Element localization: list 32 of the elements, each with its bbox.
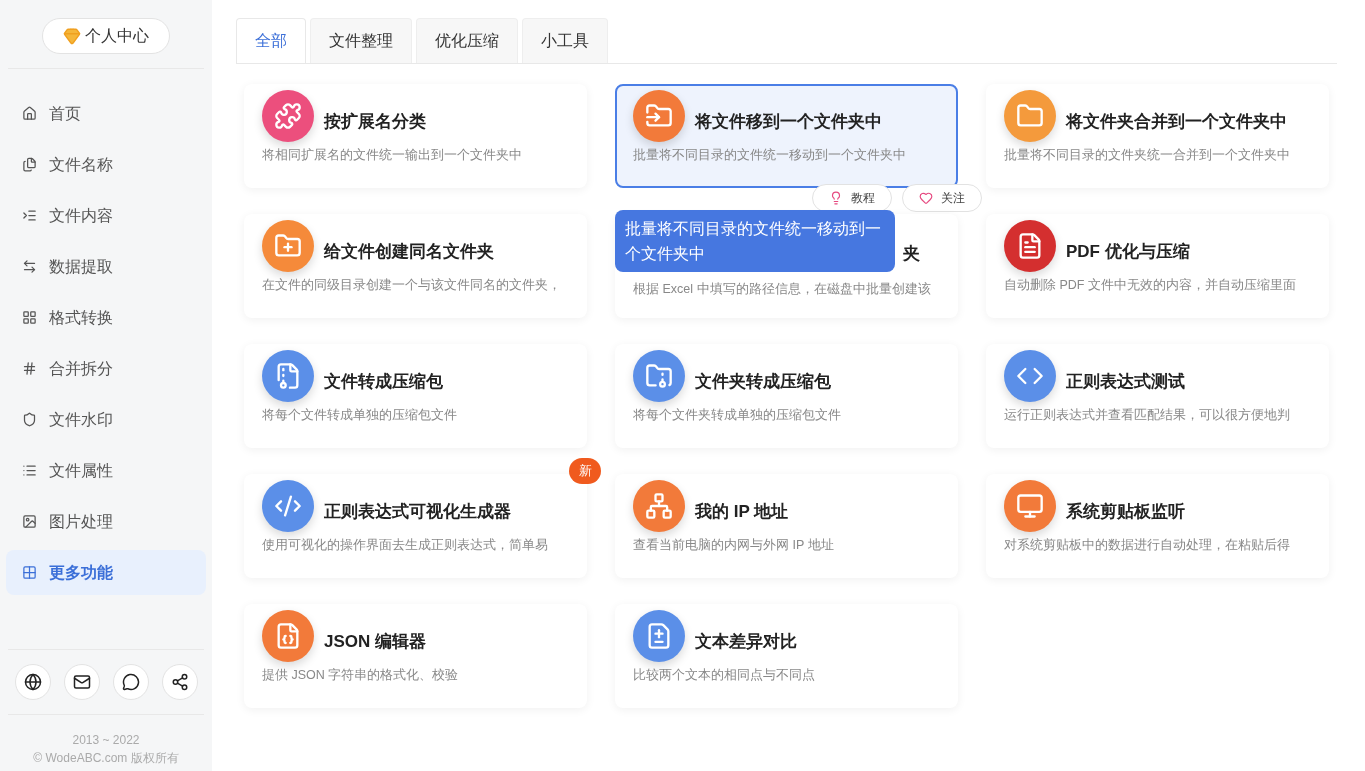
card-title: 系统剪贴板监听 <box>1066 501 1185 524</box>
new-badge: 新 <box>569 458 601 484</box>
card-description: 批量将不同目录的文件夹统一合并到一个文件夹中 <box>1004 147 1291 164</box>
card-description: 在文件的同级目录创建一个与该文件同名的文件夹， <box>262 277 562 294</box>
card-title: PDF 优化与压缩 <box>1066 241 1190 264</box>
card-description: 运行正则表达式并查看匹配结果，可以很方便地判 <box>1004 407 1291 424</box>
card-title: 文本差异对比 <box>695 631 797 654</box>
card-description: 提供 JSON 字符串的格式化、校验 <box>262 667 460 684</box>
tooltip: 批量将不同目录的文件统一移动到一个文件夹中 <box>615 210 895 272</box>
card-description: 自动删除 PDF 文件中无效的内容，并自动压缩里面 <box>1004 277 1297 294</box>
card-description: 批量将不同目录的文件统一移动到一个文件夹中 <box>633 147 907 164</box>
card-title: 按扩展名分类 <box>324 111 426 134</box>
card-title: 文件转成压缩包 <box>324 371 443 394</box>
card-description: 使用可视化的操作界面去生成正则表达式，简单易 <box>262 537 549 554</box>
card-description: 比较两个文本的相同点与不同点 <box>633 667 816 684</box>
card-description: 将每个文件夹转成单独的压缩包文件 <box>633 407 842 424</box>
card-title: 文件夹转成压缩包 <box>695 371 831 394</box>
card-description: 对系统剪贴板中的数据进行自动处理，在粘贴后得 <box>1004 537 1291 554</box>
card-title: 正则表达式可视化生成器 <box>324 501 511 524</box>
card-title: 将文件夹合并到一个文件夹中 <box>1066 111 1287 134</box>
card-title: JSON 编辑器 <box>324 631 427 654</box>
card-description: 根据 Excel 中填写的路径信息，在磁盘中批量创建该 <box>633 281 932 298</box>
card-description: 将每个文件转成单独的压缩包文件 <box>262 407 458 424</box>
card-title: 我的 IP 地址 <box>695 501 789 524</box>
card-description: 将相同扩展名的文件统一输出到一个文件夹中 <box>262 147 523 164</box>
card-title: 给文件创建同名文件夹 <box>324 241 494 264</box>
card-title: 将文件移到一个文件夹中 <box>695 111 882 134</box>
copyright-years: 2013 ~ 2022 <box>72 732 140 749</box>
card-title: 正则表达式测试 <box>1066 371 1185 394</box>
copyright-text: © WodeABC.com 版权所有 <box>33 750 179 767</box>
card-title: 夹 <box>903 243 920 266</box>
card-description: 查看当前电脑的内网与外网 IP 地址 <box>633 537 835 554</box>
